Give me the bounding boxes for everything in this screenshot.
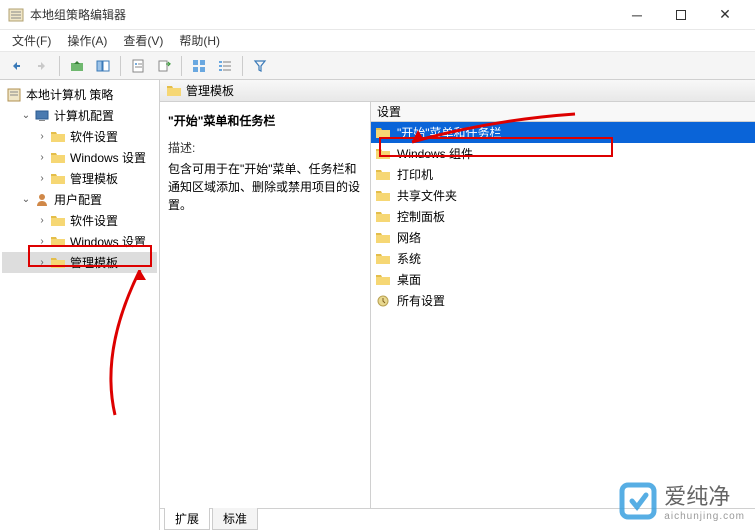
detail-pane: "开始"菜单和任务栏 描述: 包含可用于在"开始"菜单、任务栏和通知区域添加、删… — [160, 102, 370, 508]
folder-icon — [50, 171, 66, 187]
list-row[interactable]: 系统 — [371, 248, 755, 269]
maximize-button[interactable] — [659, 0, 703, 30]
tree-label: Windows 设置 — [70, 233, 146, 250]
console-tree[interactable]: 本地计算机 策略 ⌄ 计算机配置 › 软件设置 › Windows 设置 › 管理模板… — [0, 80, 160, 530]
collapse-icon[interactable]: ⌄ — [20, 194, 32, 206]
expand-icon[interactable]: › — [36, 215, 48, 227]
tree-root[interactable]: 本地计算机 策略 — [2, 84, 157, 105]
menu-help[interactable]: 帮助(H) — [171, 30, 228, 51]
filter-button[interactable] — [248, 54, 272, 78]
list-item-label: 打印机 — [397, 166, 433, 183]
folder-icon — [50, 129, 66, 145]
detail-desc: 包含可用于在"开始"菜单、任务栏和通知区域添加、删除或禁用项目的设置。 — [168, 160, 362, 214]
menu-file[interactable]: 文件(F) — [4, 30, 59, 51]
tree-label: 计算机配置 — [54, 107, 114, 124]
expand-icon[interactable]: › — [36, 236, 48, 248]
content-pane: 管理模板 "开始"菜单和任务栏 描述: 包含可用于在"开始"菜单、任务栏和通知区… — [160, 80, 755, 530]
tree-u-admin[interactable]: › 管理模板 — [2, 252, 157, 273]
properties-button[interactable] — [126, 54, 150, 78]
list-body[interactable]: "开始"菜单和任务栏 Windows 组件打印机共享文件夹控制面板网络系统桌面所有… — [371, 122, 755, 508]
list-row[interactable]: 桌面 — [371, 269, 755, 290]
content-header: 管理模板 — [160, 80, 755, 102]
title-bar: 本地组策略编辑器 ─ ✕ — [0, 0, 755, 30]
expand-icon[interactable]: › — [36, 152, 48, 164]
menu-view[interactable]: 查看(V) — [115, 30, 171, 51]
forward-button[interactable] — [30, 54, 54, 78]
watermark-text: 爱纯净 — [664, 484, 730, 509]
toolbar — [0, 52, 755, 80]
user-icon — [34, 192, 50, 208]
list-item-label: Windows 组件 — [397, 145, 473, 162]
folder-icon — [50, 255, 66, 271]
menu-action[interactable]: 操作(A) — [59, 30, 115, 51]
tree-root-label: 本地计算机 策略 — [26, 86, 113, 103]
tree-c-windows[interactable]: › Windows 设置 — [2, 147, 157, 168]
collapse-icon[interactable]: ⌄ — [20, 110, 32, 122]
tab-extended[interactable]: 扩展 — [164, 508, 210, 530]
export-button[interactable] — [152, 54, 176, 78]
tree-label: 管理模板 — [70, 170, 118, 187]
list-row[interactable]: 打印机 — [371, 164, 755, 185]
policy-icon — [6, 87, 22, 103]
list-header[interactable]: 设置 — [371, 102, 755, 122]
expand-icon[interactable]: › — [36, 173, 48, 185]
folder-icon — [50, 234, 66, 250]
tree-user-config[interactable]: ⌄ 用户配置 — [2, 189, 157, 210]
list-row[interactable]: 网络 — [371, 227, 755, 248]
tree-c-software[interactable]: › 软件设置 — [2, 126, 157, 147]
list-pane: 设置 "开始"菜单和任务栏 Windows 组件打印机共享文件夹控制面板网络系统桌… — [370, 102, 755, 508]
tree-label: Windows 设置 — [70, 149, 146, 166]
back-button[interactable] — [4, 54, 28, 78]
list-item-label: 网络 — [397, 229, 421, 246]
watermark-url: aichunjing.com — [664, 511, 745, 522]
icons-button[interactable] — [187, 54, 211, 78]
folder-icon — [166, 83, 182, 99]
tree-computer-config[interactable]: ⌄ 计算机配置 — [2, 105, 157, 126]
watermark: 爱纯净 aichunjing.com — [618, 479, 745, 522]
list-item-label: "开始"菜单和任务栏 — [397, 124, 502, 141]
list-item-label: 控制面板 — [397, 208, 445, 225]
list-item-label: 共享文件夹 — [397, 187, 457, 204]
tree-u-software[interactable]: › 软件设置 — [2, 210, 157, 231]
list-button[interactable] — [213, 54, 237, 78]
show-hide-button[interactable] — [91, 54, 115, 78]
list-item-label: 所有设置 — [397, 292, 445, 309]
list-row[interactable]: 共享文件夹 — [371, 185, 755, 206]
detail-desc-label: 描述: — [168, 139, 362, 156]
tree-c-admin[interactable]: › 管理模板 — [2, 168, 157, 189]
folder-icon — [50, 150, 66, 166]
content-header-label: 管理模板 — [186, 82, 234, 99]
computer-icon — [34, 108, 50, 124]
tree-label: 管理模板 — [70, 254, 118, 271]
folder-icon — [50, 213, 66, 229]
list-row[interactable]: 控制面板 — [371, 206, 755, 227]
tree-label: 软件设置 — [70, 128, 118, 145]
close-button[interactable]: ✕ — [703, 0, 747, 30]
list-row[interactable]: Windows 组件 — [371, 143, 755, 164]
list-row[interactable]: "开始"菜单和任务栏 — [371, 122, 755, 143]
list-row[interactable]: 所有设置 — [371, 290, 755, 311]
minimize-button[interactable]: ─ — [615, 0, 659, 30]
tree-label: 软件设置 — [70, 212, 118, 229]
up-button[interactable] — [65, 54, 89, 78]
menu-bar: 文件(F) 操作(A) 查看(V) 帮助(H) — [0, 30, 755, 52]
list-item-label: 系统 — [397, 250, 421, 267]
tree-u-windows[interactable]: › Windows 设置 — [2, 231, 157, 252]
workarea: 本地计算机 策略 ⌄ 计算机配置 › 软件设置 › Windows 设置 › 管理模板… — [0, 80, 755, 530]
app-icon — [8, 7, 24, 23]
expand-icon[interactable]: › — [36, 131, 48, 143]
list-item-label: 桌面 — [397, 271, 421, 288]
tab-standard[interactable]: 标准 — [212, 508, 258, 530]
detail-title: "开始"菜单和任务栏 — [168, 112, 362, 129]
tree-label: 用户配置 — [54, 191, 102, 208]
expand-icon[interactable]: › — [36, 257, 48, 269]
window-title: 本地组策略编辑器 — [30, 6, 615, 23]
